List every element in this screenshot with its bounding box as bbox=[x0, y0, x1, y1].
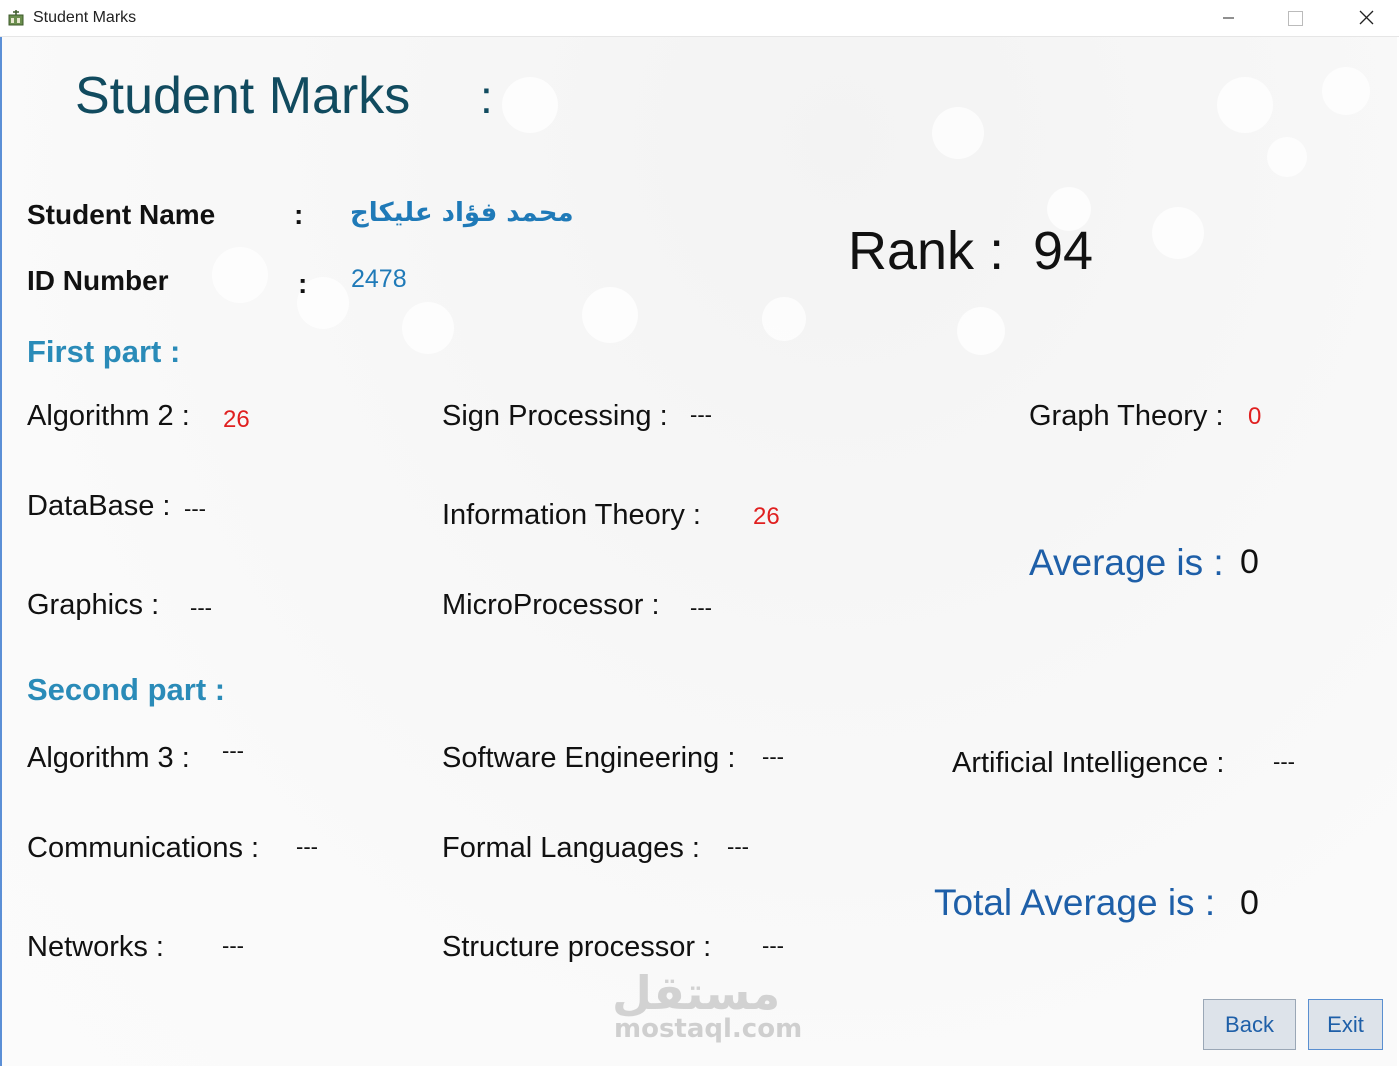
background-bokeh bbox=[1267, 137, 1307, 177]
background-bokeh bbox=[582, 287, 638, 343]
subject-mark: --- bbox=[727, 834, 749, 859]
watermark-url: mostaql.com bbox=[614, 1014, 803, 1044]
subject-mark: 26 bbox=[223, 406, 250, 433]
background-bokeh bbox=[957, 307, 1005, 355]
background-bokeh bbox=[762, 297, 806, 341]
subject-label: Algorithm 3 : bbox=[27, 742, 190, 774]
subject-label: Graph Theory : bbox=[1029, 400, 1224, 432]
subject-label: DataBase : bbox=[27, 490, 171, 522]
page-title: Student Marks bbox=[75, 67, 411, 125]
background-bokeh bbox=[502, 77, 558, 133]
total-average-value: 0 bbox=[1240, 884, 1259, 922]
subject-mark: --- bbox=[1273, 749, 1295, 774]
minimize-button[interactable] bbox=[1205, 0, 1251, 36]
id-number-label: ID Number bbox=[27, 265, 169, 296]
window-title: Student Marks bbox=[33, 9, 137, 26]
background-bokeh bbox=[1152, 207, 1204, 259]
average-value: 0 bbox=[1240, 543, 1259, 581]
maximize-icon bbox=[1288, 11, 1303, 26]
background-bokeh bbox=[1217, 77, 1273, 133]
id-number-colon: : bbox=[298, 268, 308, 299]
close-icon bbox=[1359, 10, 1374, 25]
background-bokeh bbox=[212, 247, 268, 303]
subject-mark: --- bbox=[222, 738, 244, 763]
subject-label: Graphics : bbox=[27, 589, 160, 621]
subject-mark: --- bbox=[762, 933, 784, 958]
average-label: Average is : bbox=[1029, 542, 1224, 583]
subject-mark: --- bbox=[296, 834, 318, 859]
subject-label: Software Engineering : bbox=[442, 742, 736, 774]
rank-label: Rank : bbox=[848, 221, 1005, 281]
first-part-title: First part : bbox=[27, 334, 181, 369]
background-bokeh bbox=[1322, 67, 1370, 115]
exit-button[interactable]: Exit bbox=[1308, 999, 1383, 1050]
page-title-colon: : bbox=[480, 71, 493, 123]
title-bar: Student Marks bbox=[0, 0, 1399, 37]
subject-label: Formal Languages : bbox=[442, 832, 700, 864]
back-button[interactable]: Back bbox=[1203, 999, 1296, 1050]
minimize-icon bbox=[1223, 17, 1234, 19]
subject-mark: 26 bbox=[753, 503, 780, 530]
subject-mark: 0 bbox=[1248, 403, 1262, 430]
maximize-button[interactable] bbox=[1273, 0, 1319, 36]
app-icon bbox=[8, 10, 24, 26]
student-name-colon: : bbox=[294, 199, 304, 230]
close-button[interactable] bbox=[1343, 0, 1389, 36]
id-number-value: 2478 bbox=[351, 265, 407, 293]
subject-label: Communications : bbox=[27, 832, 260, 864]
subject-mark: --- bbox=[690, 595, 712, 620]
subject-label: Networks : bbox=[27, 931, 164, 963]
subject-mark: --- bbox=[222, 933, 244, 958]
subject-mark: --- bbox=[190, 595, 212, 620]
subject-label: Sign Processing : bbox=[442, 400, 668, 432]
student-name-label: Student Name bbox=[27, 199, 216, 230]
subject-label: Information Theory : bbox=[442, 499, 701, 531]
subject-label: MicroProcessor : bbox=[442, 589, 660, 621]
background-bokeh bbox=[402, 302, 454, 354]
subject-label: Algorithm 2 : bbox=[27, 400, 190, 432]
second-part-title: Second part : bbox=[27, 672, 226, 707]
subject-mark: --- bbox=[690, 402, 712, 427]
total-average-label: Total Average is : bbox=[934, 882, 1216, 923]
subject-label: Artificial Intelligence : bbox=[952, 747, 1225, 779]
rank-value: 94 bbox=[1033, 221, 1094, 281]
student-name-value: محمد فؤاد عليكاج bbox=[350, 198, 574, 228]
subject-mark: --- bbox=[762, 744, 784, 769]
background-bokeh bbox=[932, 107, 984, 159]
watermark-logo: مستقل bbox=[612, 966, 781, 1020]
subject-label: Structure processor : bbox=[442, 931, 712, 963]
subject-mark: --- bbox=[184, 496, 206, 521]
